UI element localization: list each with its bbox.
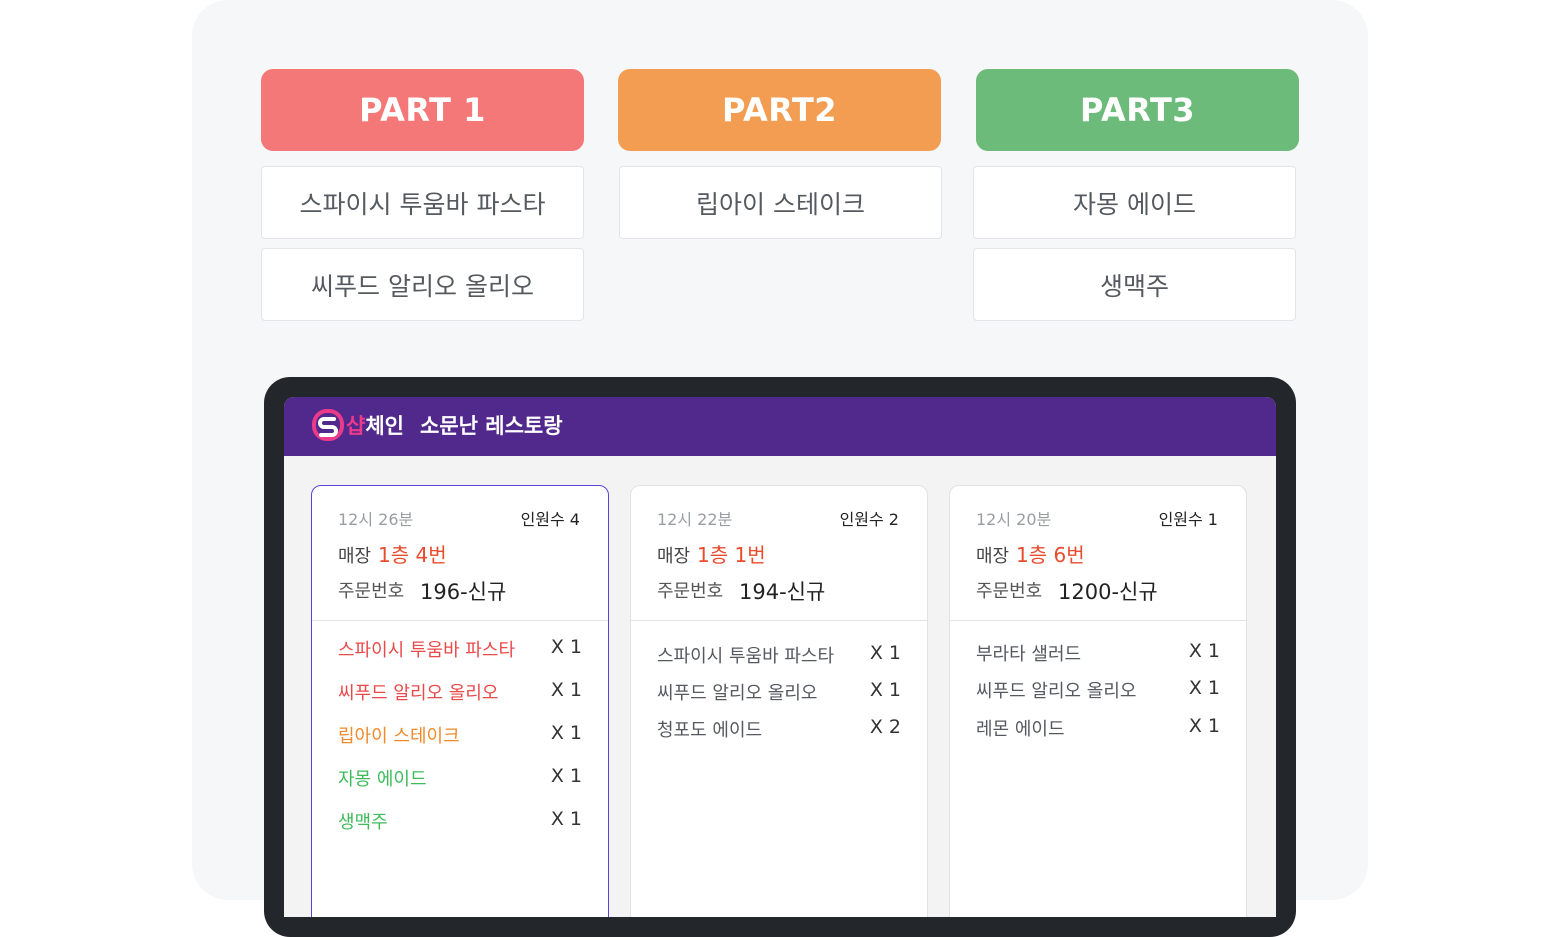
part3-menu-item: 생맥주 — [973, 248, 1296, 321]
order-time: 12시 22분 — [657, 510, 733, 529]
part3-header: PART3 — [976, 69, 1299, 151]
order-item-name: 청포도 에이드 — [657, 720, 763, 741]
order-card[interactable]: 12시 26분 인원수 4 매장 1층 4번 주문번호 196-신규 스파이시 … — [311, 485, 609, 917]
seat-label: 매장 — [976, 546, 1010, 567]
part2-header: PART2 — [618, 69, 941, 151]
order-people: 인원수 1 — [1158, 510, 1218, 529]
brand-name: 샵체인 — [346, 410, 404, 440]
shopchain-logo-icon — [312, 409, 344, 441]
part2-menu-item: 립아이 스테이크 — [619, 166, 942, 239]
order-item-qty: X 1 — [550, 765, 582, 787]
order-item-qty: X 1 — [869, 642, 901, 664]
order-item-qty: X 1 — [1188, 640, 1220, 662]
order-number-label: 주문번호 — [338, 581, 405, 602]
order-item-name: 씨푸드 알리오 올리오 — [976, 681, 1137, 702]
tablet-screen: 샵체인 소문난 레스토랑 12시 26분 인원수 4 매장 1층 4번 주문번호… — [284, 397, 1276, 917]
divider — [631, 620, 927, 621]
order-people: 인원수 2 — [839, 510, 899, 529]
brand-name-white: 체인 — [365, 414, 404, 438]
order-people: 인원수 4 — [520, 510, 580, 529]
order-number-label: 주문번호 — [976, 581, 1043, 602]
part1-menu-item: 스파이시 투움바 파스타 — [261, 166, 584, 239]
order-number-label: 주문번호 — [657, 581, 724, 602]
part3-menu-item: 자몽 에이드 — [973, 166, 1296, 239]
order-time: 12시 20분 — [976, 510, 1052, 529]
order-item-name: 레몬 에이드 — [976, 719, 1065, 740]
order-item-qty: X 2 — [869, 716, 901, 738]
order-item-qty: X 1 — [550, 808, 582, 830]
store-name: 소문난 레스토랑 — [420, 414, 563, 438]
part1-header: PART 1 — [261, 69, 584, 151]
brand-name-pink: 샵 — [346, 414, 366, 438]
order-item-name: 씨푸드 알리오 올리오 — [338, 683, 499, 704]
seat-label: 매장 — [657, 546, 691, 567]
divider — [312, 620, 608, 621]
order-item-name: 생맥주 — [338, 812, 388, 833]
order-item-name: 스파이시 투움바 파스타 — [338, 640, 516, 661]
order-item-name: 씨푸드 알리오 올리오 — [657, 683, 818, 704]
seat-value: 1층 1번 — [697, 543, 766, 567]
seat-value: 1층 4번 — [378, 543, 447, 567]
order-item-name: 부라타 샐러드 — [976, 644, 1082, 665]
seat-label: 매장 — [338, 546, 372, 567]
order-item-qty: X 1 — [550, 636, 582, 658]
order-number: 194-신규 — [739, 580, 826, 604]
divider — [950, 620, 1246, 621]
order-item-qty: X 1 — [550, 679, 582, 701]
order-card[interactable]: 12시 22분 인원수 2 매장 1층 1번 주문번호 194-신규 스파이시 … — [630, 485, 928, 917]
order-number: 196-신규 — [420, 580, 507, 604]
order-item-name: 자몽 에이드 — [338, 769, 427, 790]
order-number: 1200-신규 — [1058, 580, 1158, 604]
order-card[interactable]: 12시 20분 인원수 1 매장 1층 6번 주문번호 1200-신규 부라타 … — [949, 485, 1247, 917]
order-item-name: 립아이 스테이크 — [338, 726, 460, 747]
order-time: 12시 26분 — [338, 510, 414, 529]
order-item-qty: X 1 — [1188, 715, 1220, 737]
order-item-name: 스파이시 투움바 파스타 — [657, 646, 835, 667]
app-header: 샵체인 소문난 레스토랑 — [284, 397, 1276, 456]
seat-value: 1층 6번 — [1016, 543, 1085, 567]
order-item-qty: X 1 — [869, 679, 901, 701]
order-item-qty: X 1 — [550, 722, 582, 744]
part1-menu-item: 씨푸드 알리오 올리오 — [261, 248, 584, 321]
order-item-qty: X 1 — [1188, 677, 1220, 699]
